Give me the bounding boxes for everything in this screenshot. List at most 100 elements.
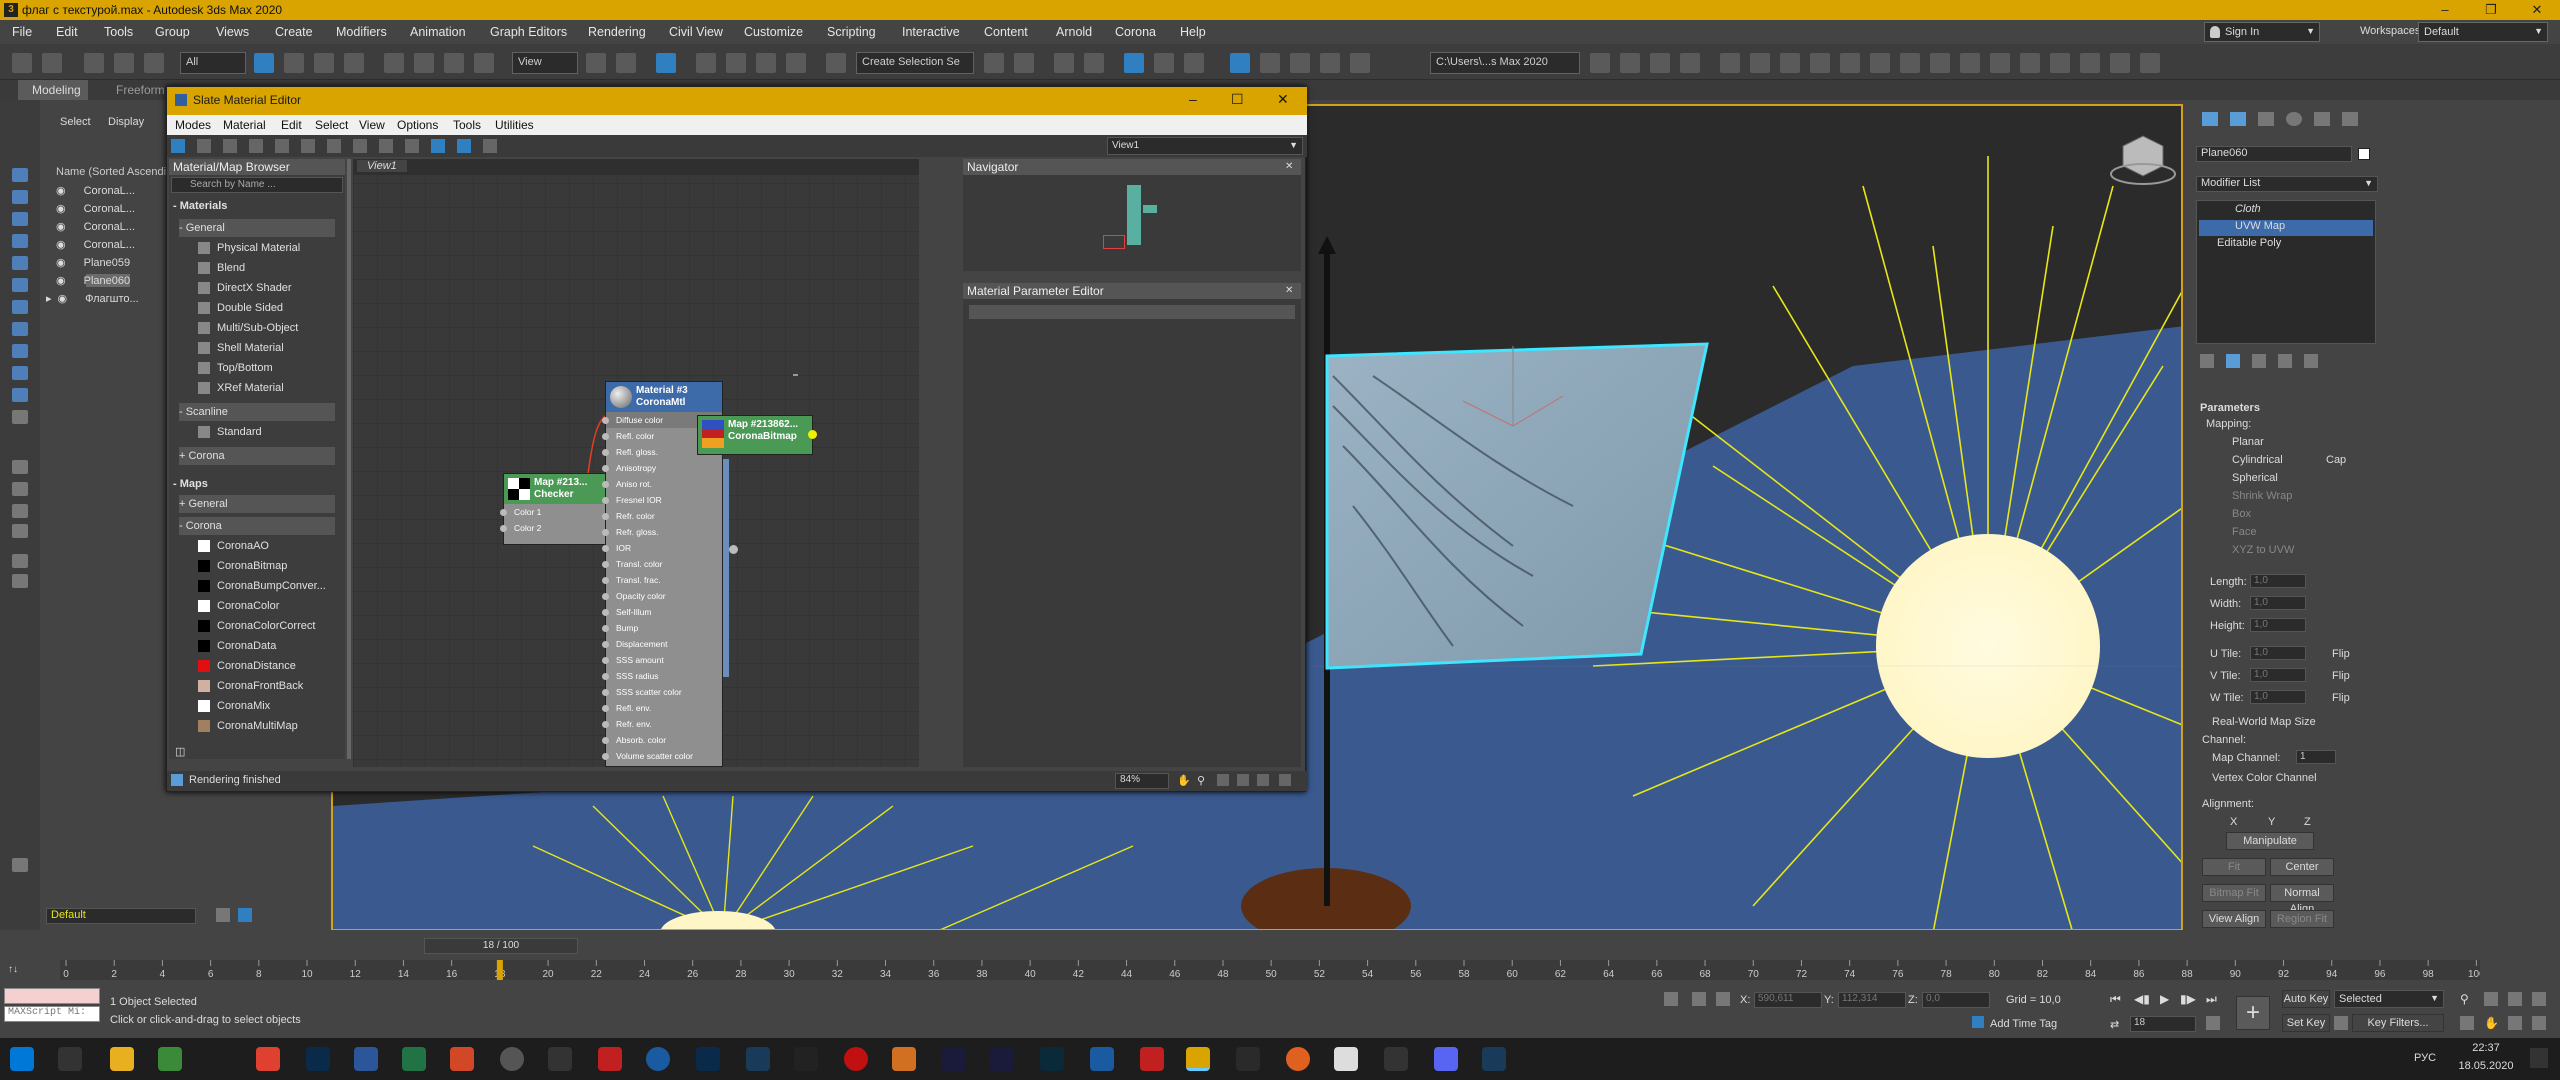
red-app-icon[interactable] bbox=[1140, 1047, 1164, 1071]
display-children-icon[interactable] bbox=[12, 524, 28, 538]
proxy-icon[interactable] bbox=[1810, 53, 1830, 73]
maxscript-mini-listener[interactable]: MAXScript Mi: bbox=[4, 1006, 100, 1022]
node-slot[interactable]: Refr. gloss. bbox=[602, 524, 722, 540]
maxscript-mini-listener-top[interactable] bbox=[4, 988, 100, 1004]
select-by-name-icon[interactable] bbox=[284, 53, 304, 73]
illustrator-icon[interactable] bbox=[1236, 1047, 1260, 1071]
corona-camera-icon[interactable] bbox=[1780, 53, 1800, 73]
timeline-config-icon[interactable]: ↑↓ bbox=[8, 964, 18, 975]
group-scanline[interactable]: - Scanline bbox=[179, 403, 335, 421]
v-flip-checkbox[interactable]: Flip bbox=[2332, 670, 2350, 682]
angle-snap-icon[interactable] bbox=[726, 53, 746, 73]
v-tile-spinner[interactable]: 1,0 bbox=[2250, 668, 2306, 682]
sw-icon[interactable] bbox=[598, 1047, 622, 1071]
list-item[interactable]: XRef Material bbox=[193, 379, 349, 397]
group-corona[interactable]: + Corona bbox=[179, 447, 335, 465]
light-icon[interactable] bbox=[1720, 53, 1740, 73]
link-icon[interactable] bbox=[84, 53, 104, 73]
output-socket[interactable] bbox=[808, 430, 817, 439]
height-spinner[interactable]: 1,0 bbox=[2250, 618, 2306, 632]
pivot-center-icon[interactable] bbox=[586, 53, 606, 73]
list-item[interactable]: CoronaMultiMap bbox=[193, 717, 341, 735]
keyboard-shortcut-icon[interactable] bbox=[656, 53, 676, 73]
region-fit-button[interactable]: Region Fit bbox=[2270, 910, 2334, 928]
object-color-swatch[interactable] bbox=[2358, 148, 2370, 160]
length-spinner[interactable]: 1,0 bbox=[2250, 574, 2306, 588]
show-background-icon[interactable] bbox=[353, 139, 367, 153]
show-map-icon[interactable] bbox=[327, 139, 341, 153]
after-effects-icon[interactable] bbox=[942, 1047, 966, 1071]
node-slot[interactable]: Color 1 bbox=[500, 504, 618, 520]
layer-manager-icon[interactable] bbox=[216, 908, 230, 922]
eye-icon[interactable]: ◉ bbox=[58, 293, 68, 305]
navigator-minimap[interactable] bbox=[1103, 185, 1173, 265]
list-item[interactable]: ◉ CoronaL... bbox=[56, 220, 135, 233]
checkbox-cap[interactable]: Cap bbox=[2326, 454, 2346, 466]
delete-selected-icon[interactable] bbox=[249, 139, 263, 153]
node-slot[interactable]: Refl. env. bbox=[602, 700, 722, 716]
w-tile-spinner[interactable]: 1,0 bbox=[2250, 690, 2306, 704]
save-icon[interactable] bbox=[1650, 53, 1670, 73]
menu-interactive[interactable]: Interactive bbox=[902, 25, 960, 39]
list-item[interactable]: CoronaMix bbox=[193, 697, 341, 715]
list-item[interactable]: ▸ ◉ Флагшто... bbox=[46, 292, 139, 305]
layout-children-icon[interactable] bbox=[405, 139, 419, 153]
stack-item-uvw-map[interactable]: UVW Map bbox=[2199, 220, 2373, 236]
u-tile-spinner[interactable]: 1,0 bbox=[2250, 646, 2306, 660]
menu-civil-view[interactable]: Civil View bbox=[669, 25, 723, 39]
pick-material-icon[interactable] bbox=[197, 139, 211, 153]
list-item[interactable]: ◉ Plane059 bbox=[56, 256, 130, 269]
undo-icon[interactable] bbox=[12, 53, 32, 73]
node-slot[interactable]: Transl. color bbox=[602, 556, 722, 572]
list-item[interactable]: Physical Material bbox=[193, 239, 349, 257]
vfb-icon[interactable] bbox=[1930, 53, 1950, 73]
filter-hidden-icon[interactable] bbox=[12, 410, 28, 424]
time-config-icon[interactable] bbox=[2206, 1016, 2220, 1030]
sign-in-dropdown[interactable]: Sign In ▼ bbox=[2204, 22, 2320, 42]
settings-icon[interactable] bbox=[2140, 53, 2160, 73]
timeline-ruler[interactable]: 0246810121416182022242628303234363840424… bbox=[60, 960, 2480, 980]
menu-modifiers[interactable]: Modifiers bbox=[336, 25, 387, 39]
node-slot[interactable]: Anisotropy bbox=[602, 460, 722, 476]
node-slot[interactable]: Transl. frac. bbox=[602, 572, 722, 588]
sme-menu-modes[interactable]: Modes bbox=[175, 118, 211, 132]
node-slot[interactable]: SSS scatter color bbox=[602, 684, 722, 700]
tab-freeform[interactable]: Freeform bbox=[116, 83, 165, 97]
create-tab-icon[interactable] bbox=[2202, 112, 2218, 126]
window-crossing-icon[interactable] bbox=[344, 53, 364, 73]
hide-unused-slots-icon[interactable] bbox=[301, 139, 315, 153]
filter-bones-icon[interactable] bbox=[12, 344, 28, 358]
filter-groups-icon[interactable] bbox=[12, 300, 28, 314]
minimize-icon[interactable]: – bbox=[2422, 0, 2468, 20]
rollout-title[interactable]: Parameters bbox=[2200, 402, 2260, 414]
sync-selection-icon[interactable] bbox=[12, 574, 28, 588]
firefox-icon[interactable] bbox=[1286, 1047, 1310, 1071]
decal-icon[interactable] bbox=[1870, 53, 1890, 73]
render-iterative-icon[interactable] bbox=[1350, 53, 1370, 73]
vs-icon[interactable] bbox=[1090, 1047, 1114, 1071]
sme-menu-edit[interactable]: Edit bbox=[281, 118, 302, 132]
slate-editor-icon[interactable] bbox=[1230, 53, 1250, 73]
rect-selection-icon[interactable] bbox=[314, 53, 334, 73]
group-maps-general[interactable]: + General bbox=[179, 495, 335, 513]
list-item[interactable]: CoronaFrontBack bbox=[193, 677, 341, 695]
browser-scrollbar[interactable] bbox=[347, 159, 351, 759]
hierarchy-tab-icon[interactable] bbox=[2258, 112, 2274, 126]
current-frame-marker[interactable] bbox=[496, 960, 503, 980]
time-slider[interactable]: 18 / 100 bbox=[424, 938, 578, 954]
add-time-tag-button[interactable]: Add Time Tag bbox=[1990, 1018, 2057, 1030]
sme-menu-tools[interactable]: Tools bbox=[453, 118, 481, 132]
motion-tab-icon[interactable] bbox=[2286, 112, 2302, 126]
zoom-icon[interactable]: ⚲ bbox=[2460, 992, 2469, 1006]
node-slot[interactable]: Aniso rot. bbox=[602, 476, 722, 492]
expand-arrow-icon[interactable] bbox=[12, 858, 28, 872]
start-icon[interactable] bbox=[10, 1047, 34, 1071]
layer-explorer-icon[interactable] bbox=[1054, 53, 1074, 73]
go-to-start-icon[interactable]: ⏮ bbox=[2110, 992, 2121, 1007]
menu-edit[interactable]: Edit bbox=[56, 25, 78, 39]
redo-icon[interactable] bbox=[42, 53, 62, 73]
node-slot[interactable]: Bump bbox=[602, 620, 722, 636]
move-children-icon[interactable] bbox=[275, 139, 289, 153]
zoom-extents-icon[interactable] bbox=[2508, 992, 2522, 1006]
radio-align-x[interactable]: X bbox=[2230, 816, 2237, 828]
